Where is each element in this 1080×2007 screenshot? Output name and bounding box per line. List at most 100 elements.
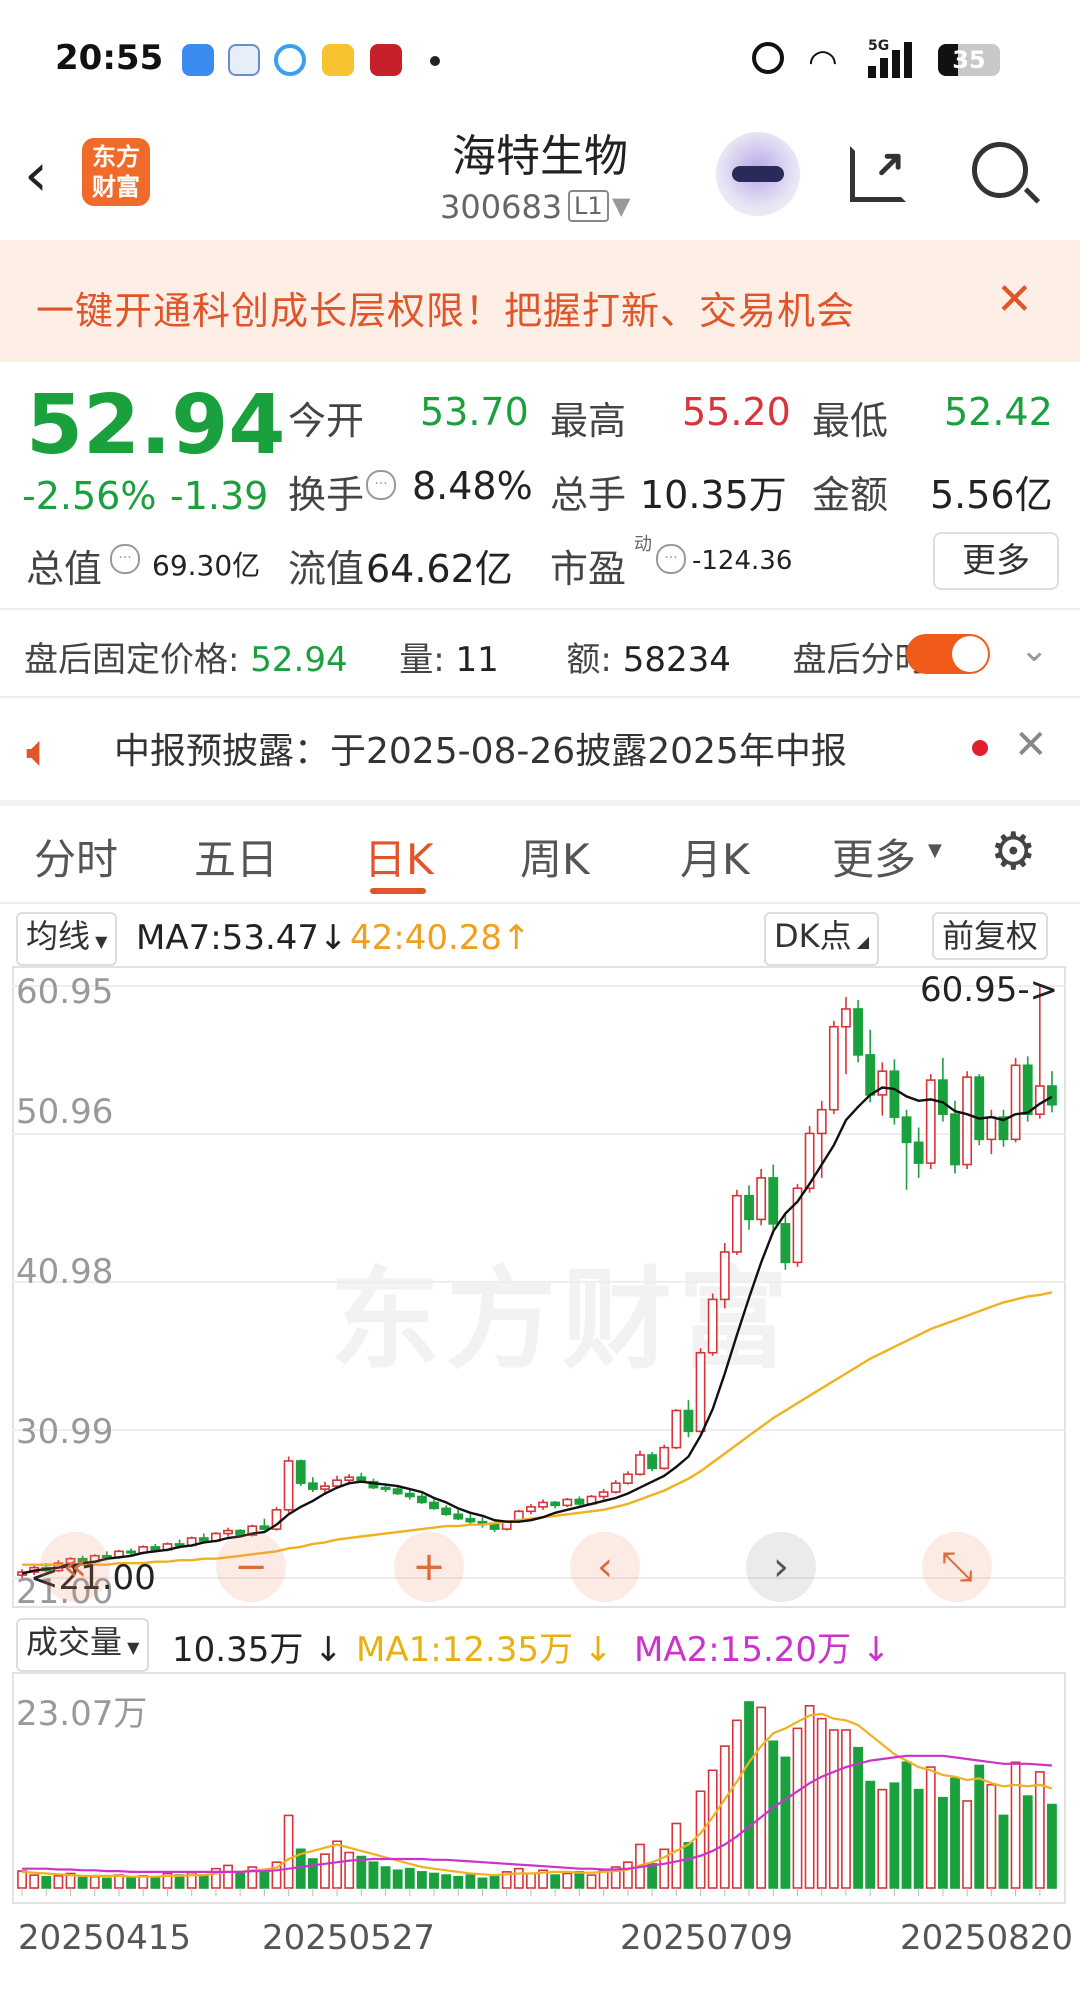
volume-bar — [622, 1861, 633, 1889]
divider — [0, 696, 1080, 698]
assistant-robot-icon[interactable] — [716, 132, 800, 216]
after-hours-amount-label: 额: — [566, 640, 612, 680]
dk-point-button[interactable]: DK点 ◢ — [764, 912, 880, 966]
kline-chart[interactable] — [12, 966, 1066, 1608]
fullscreen-icon[interactable]: ⤡ — [922, 1532, 992, 1602]
volume-bar — [974, 1764, 985, 1889]
turnover-label: 换手 — [288, 473, 365, 517]
volume-bar — [320, 1853, 330, 1889]
after-hours-toggle[interactable] — [906, 634, 990, 674]
zoom-in-icon[interactable]: + — [394, 1532, 464, 1602]
volume-bar — [526, 1872, 536, 1889]
volume-bar — [986, 1784, 997, 1889]
amount-label: 金额 — [812, 473, 889, 517]
notice-text[interactable]: 中报预披露：于2025-08-26披露2025年中报 — [114, 722, 847, 774]
after-hours-qty: 11 — [455, 640, 499, 680]
candle-body — [901, 1116, 912, 1144]
volume-bar — [937, 1796, 948, 1889]
candle-body — [441, 1507, 452, 1516]
tab-intraday[interactable]: 分时 — [34, 826, 118, 887]
candle-body — [574, 1498, 585, 1505]
ma-long-line — [22, 1291, 1053, 1566]
x-tick-label: 20250527 — [262, 1918, 436, 1958]
chevron-down-icon[interactable]: ⌄ — [1020, 630, 1049, 670]
rewind-icon[interactable]: « — [40, 1532, 110, 1602]
tab-more[interactable]: 更多 — [832, 826, 916, 887]
adjust-button[interactable]: 前复权 — [932, 912, 1049, 960]
divider — [0, 902, 1080, 904]
candle-body — [853, 1008, 864, 1056]
candle-body — [1047, 1085, 1057, 1106]
candle-body — [816, 1108, 827, 1135]
dropdown-arrow-icon[interactable]: ▼ — [928, 840, 942, 861]
candle-body — [174, 1543, 185, 1547]
more-quote-button[interactable]: 更多 — [933, 532, 1059, 590]
more-notifications-dot — [430, 56, 440, 66]
volume-value: 10.35万 ↓ — [172, 1630, 343, 1670]
app-notification-icon — [228, 44, 260, 76]
volume-bar — [877, 1788, 888, 1889]
close-icon[interactable]: ✕ — [1014, 722, 1048, 768]
app-notification-icon — [274, 44, 306, 76]
candle-body — [913, 1141, 924, 1164]
volume-bar — [513, 1867, 524, 1889]
volume-label: 总手 — [550, 473, 627, 517]
candle-body — [283, 1460, 294, 1511]
candle-body — [937, 1079, 948, 1115]
share-icon[interactable]: ➜ — [850, 136, 918, 202]
info-icon[interactable]: ··· — [656, 544, 686, 574]
info-icon[interactable]: ··· — [110, 544, 140, 574]
alarm-icon — [752, 42, 784, 74]
promo-banner-text[interactable]: 一键开通科创成长层权限！把握打新、交易机会 — [36, 280, 855, 335]
tab-five-day[interactable]: 五日 — [194, 826, 278, 887]
volume-bar — [804, 1704, 815, 1889]
volume-bar — [780, 1756, 791, 1889]
candle-body — [598, 1491, 609, 1498]
tab-daily-k[interactable]: 日K — [364, 826, 434, 887]
candle-body — [683, 1409, 694, 1433]
volume-bar — [756, 1706, 767, 1889]
candle-body — [320, 1485, 330, 1490]
weibo-icon — [322, 44, 354, 76]
candle-body — [828, 1025, 839, 1111]
candle-body — [707, 1298, 718, 1354]
volume-bar — [925, 1766, 936, 1889]
candle-body — [635, 1454, 645, 1476]
zoom-out-icon[interactable]: − — [216, 1532, 286, 1602]
volume-bar — [889, 1782, 900, 1889]
volume-indicator-select[interactable]: 成交量 ▼ — [16, 1618, 150, 1672]
candle-body — [344, 1476, 355, 1481]
info-icon[interactable]: ··· — [366, 470, 396, 500]
market-cap-value: 69.30亿 — [152, 549, 261, 582]
back-icon[interactable]: ‹ — [24, 140, 48, 210]
y-tick-label: 50.96 — [16, 1092, 114, 1132]
divider — [0, 608, 1080, 610]
tab-weekly-k[interactable]: 周K — [520, 826, 590, 887]
pe-dynamic-mark: 动 — [634, 534, 652, 555]
ma-select[interactable]: 均线 ▼ — [16, 912, 118, 966]
prev-icon[interactable]: ‹ — [570, 1532, 640, 1602]
volume-bar — [198, 1875, 209, 1889]
gear-icon[interactable]: ⚙︎ — [990, 822, 1037, 882]
candle-body — [489, 1523, 500, 1530]
tab-monthly-k[interactable]: 月K — [680, 826, 750, 887]
volume-bar — [392, 1869, 403, 1889]
after-hours-price-label: 盘后固定价格: — [24, 640, 240, 680]
candle-body — [465, 1517, 476, 1523]
speaker-icon: 🔈︎ — [26, 726, 53, 777]
volume-chart[interactable] — [12, 1672, 1066, 1904]
close-icon[interactable]: ✕ — [996, 274, 1033, 325]
volume-bar — [671, 1822, 682, 1889]
volume-bar — [998, 1814, 1009, 1889]
candle-body — [126, 1550, 137, 1554]
candle-body — [416, 1495, 427, 1504]
x-tick-label: 20250709 — [620, 1918, 794, 1958]
next-icon[interactable]: › — [746, 1532, 816, 1602]
volume-bar — [792, 1727, 803, 1889]
low-value: 52.42 — [944, 390, 1053, 434]
search-icon[interactable] — [972, 142, 1041, 204]
volume-bar — [683, 1842, 694, 1889]
volume-bar — [307, 1858, 318, 1889]
candle-body — [150, 1546, 161, 1551]
chevron-down-icon[interactable]: ▼ — [612, 192, 630, 220]
